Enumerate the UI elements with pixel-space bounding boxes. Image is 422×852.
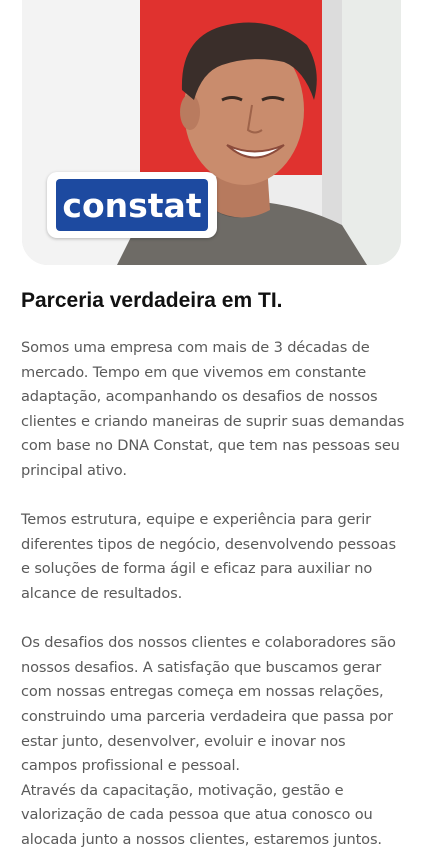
section-title: Parceria verdadeira em TI.: [21, 289, 283, 312]
paragraph-3: Os desafios dos nossos clientes e colabo…: [21, 634, 396, 775]
paragraph-1: Somos uma empresa com mais de 3 décadas …: [21, 339, 405, 479]
logo-plate: constat: [56, 179, 208, 231]
paragraph-4: Através da capacitação, motivação, gestã…: [21, 781, 382, 848]
constat-logo: constat: [47, 172, 217, 238]
paragraph-2: Temos estrutura, equipe e experiência pa…: [21, 511, 396, 602]
section-body: Somos uma empresa com mais de 3 décadas …: [21, 336, 405, 852]
logo-text: constat: [62, 185, 202, 225]
